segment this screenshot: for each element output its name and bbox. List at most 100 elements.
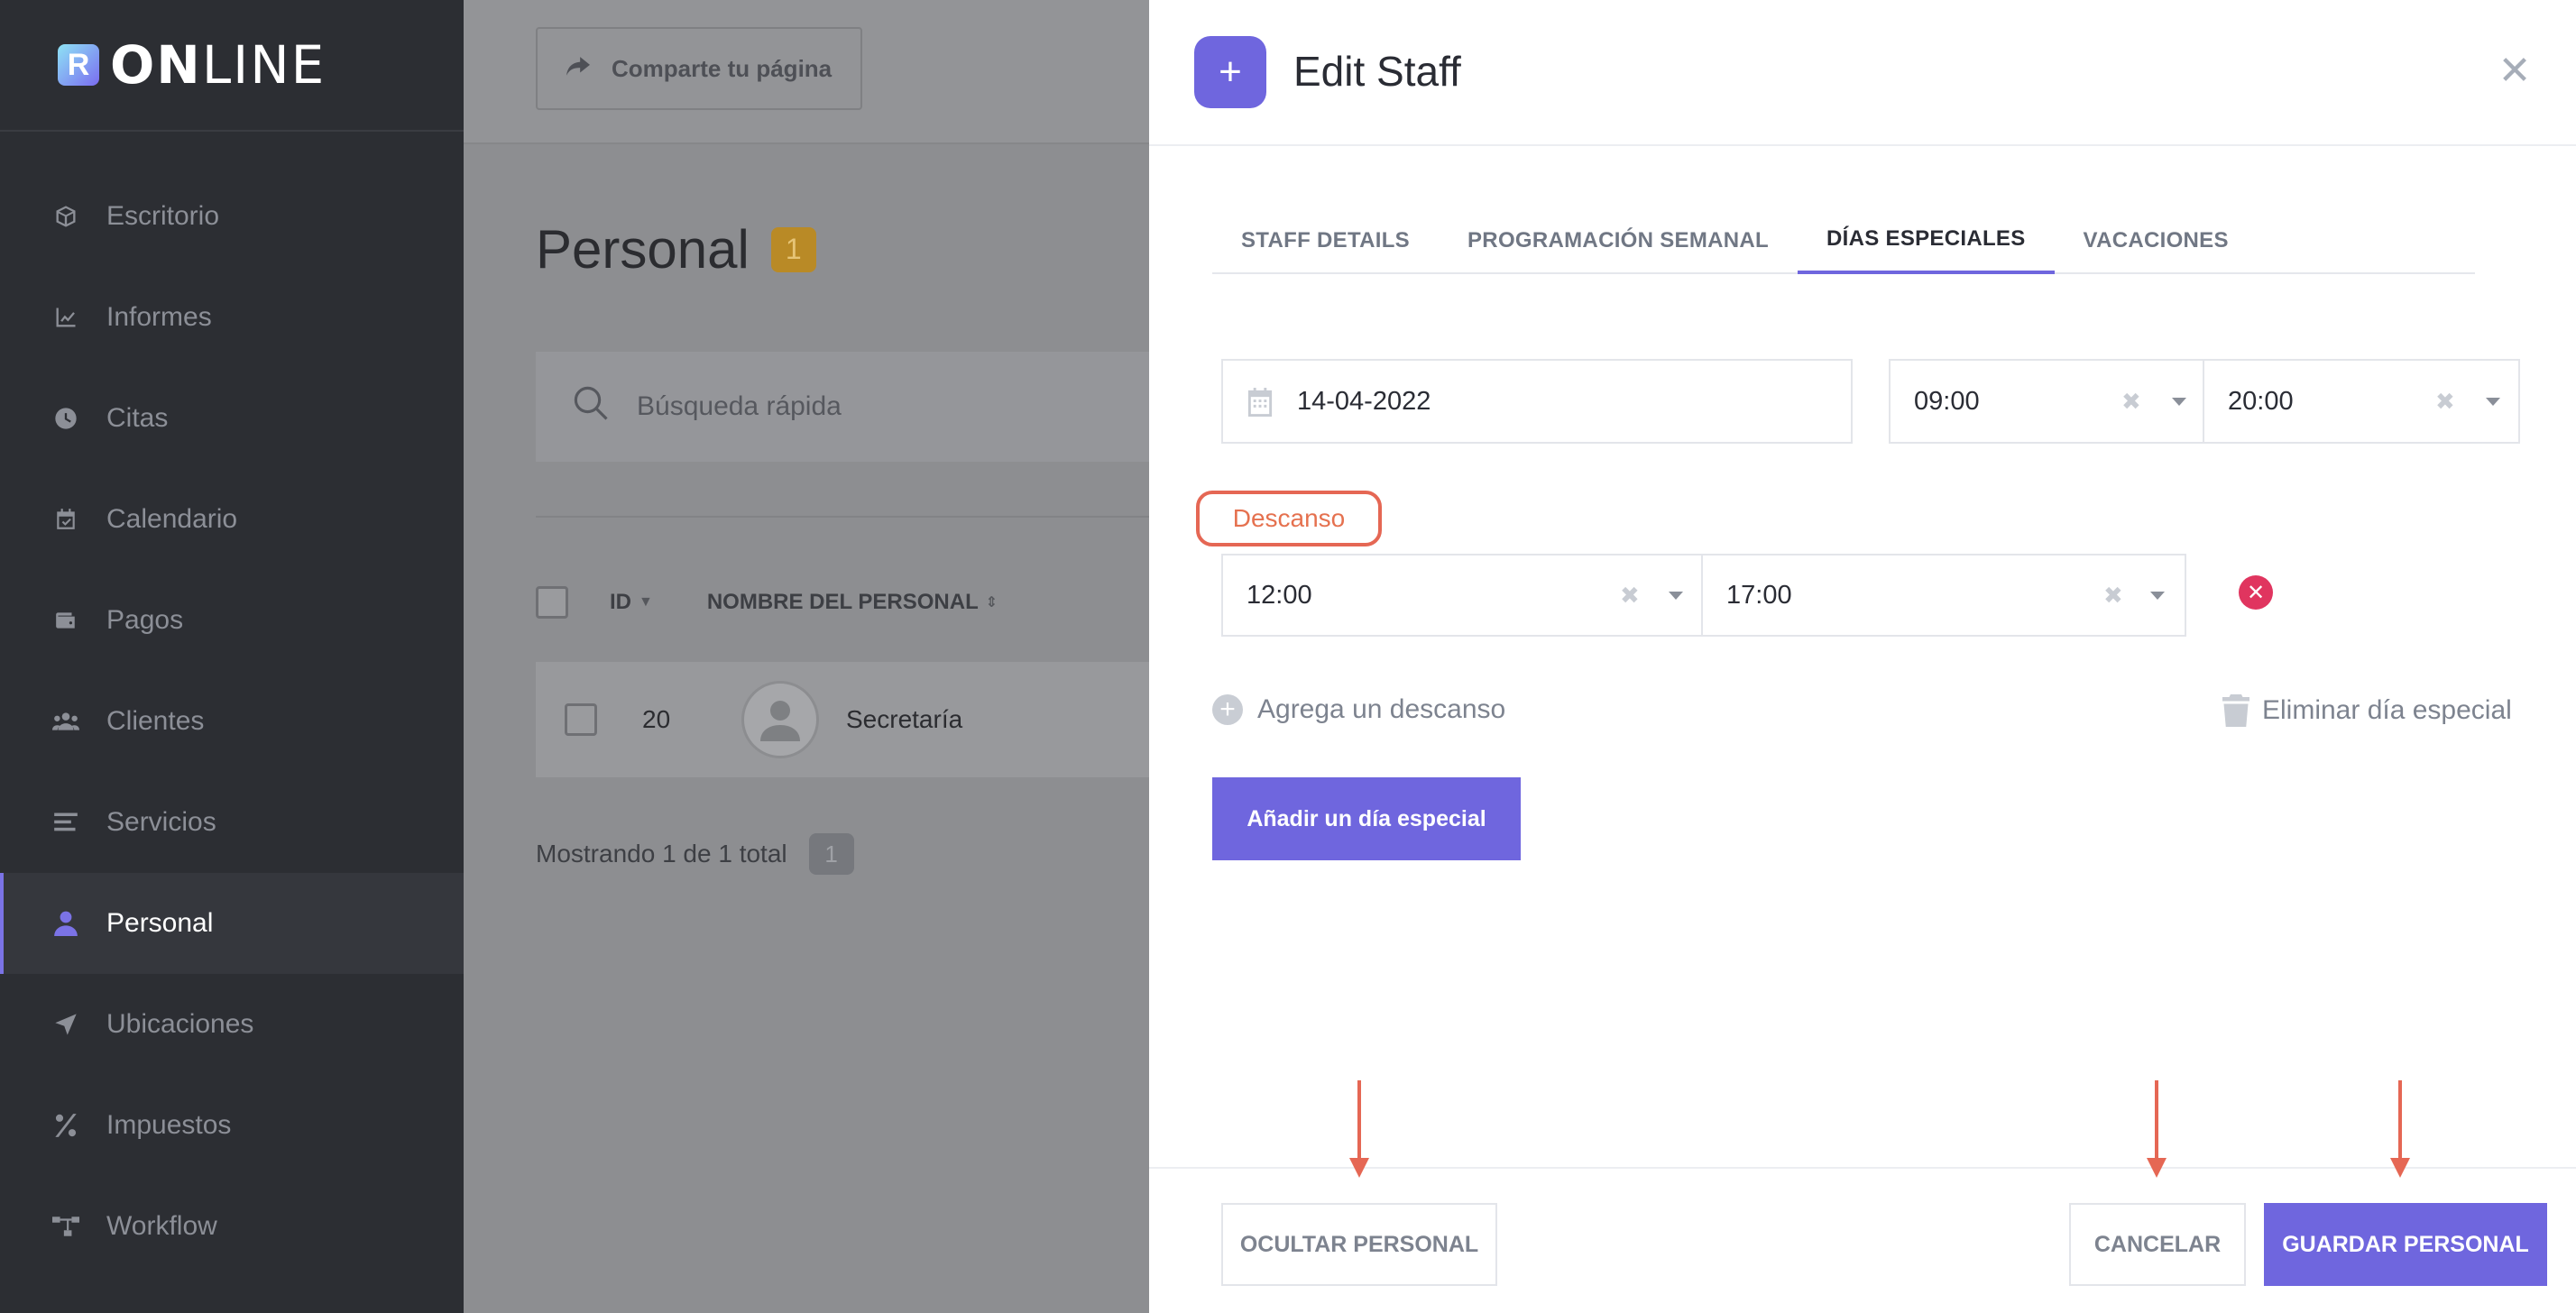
percent-icon — [52, 1112, 79, 1139]
select-all-checkbox[interactable] — [536, 586, 568, 619]
sort-icon: ⇕ — [985, 595, 998, 611]
modal-header: + Edit Staff ✕ — [1149, 0, 2576, 146]
sidebar-item-impuestos[interactable]: Impuestos — [0, 1075, 464, 1176]
list-icon — [52, 809, 79, 836]
cube-icon — [52, 203, 79, 230]
clear-icon[interactable]: ✖ — [1620, 582, 1640, 610]
sidebar-item-label: Servicios — [106, 807, 216, 837]
sidebar-item-citas[interactable]: Citas — [0, 368, 464, 469]
row-name: Secretaría — [846, 705, 963, 733]
sidebar-item-servicios[interactable]: Servicios — [0, 772, 464, 873]
row-id: 20 — [642, 705, 671, 733]
chevron-down-icon[interactable] — [1669, 591, 1683, 600]
sidebar-item-personal[interactable]: Personal — [0, 873, 464, 974]
break-start-value: 12:00 — [1247, 580, 1312, 610]
modal-title: Edit Staff — [1293, 48, 1461, 95]
add-special-day-button[interactable]: Añadir un día especial — [1212, 777, 1521, 860]
delete-special-day-button[interactable]: Eliminar día especial — [2222, 694, 2512, 727]
tab-staff-details[interactable]: STAFF DETAILS — [1212, 207, 1439, 274]
sidebar-item-escritorio[interactable]: Escritorio — [0, 166, 464, 267]
chevron-down-icon[interactable] — [2150, 591, 2165, 600]
sidebar-item-label: Impuestos — [106, 1110, 232, 1140]
main-content: Comparte tu página Personal 1 Búsqueda r… — [464, 0, 1149, 1313]
break-end-value: 17:00 — [1726, 580, 1792, 610]
tab-weekly-schedule[interactable]: PROGRAMACIÓN SEMANAL — [1439, 207, 1798, 274]
break-start-select[interactable]: 12:00 ✖ — [1221, 554, 1703, 637]
chevron-down-icon[interactable] — [2172, 397, 2186, 406]
clear-icon[interactable]: ✖ — [2435, 388, 2455, 416]
column-header-name[interactable]: NOMBRE DEL PERSONAL ⇕ — [707, 590, 998, 615]
tab-vacations[interactable]: VACACIONES — [2055, 207, 2258, 274]
avatar — [741, 681, 819, 758]
share-page-label: Comparte tu página — [612, 54, 833, 82]
chevron-down-icon[interactable] — [2486, 397, 2500, 406]
cancel-button[interactable]: CANCELAR — [2069, 1203, 2246, 1286]
column-header-id[interactable]: ID ▼ — [610, 590, 653, 615]
sort-desc-icon: ▼ — [639, 594, 653, 610]
table-row[interactable]: 20 Secretaría — [536, 662, 1149, 777]
delete-special-day-label: Eliminar día especial — [2262, 695, 2512, 725]
list-divider — [536, 516, 1149, 518]
clear-icon[interactable]: ✖ — [2103, 582, 2123, 610]
calendar-check-icon — [52, 506, 79, 533]
page-title: Personal 1 — [536, 218, 816, 280]
user-icon — [52, 910, 79, 937]
page-title-text: Personal — [536, 219, 750, 280]
add-break-button[interactable]: + Agrega un descanso — [1212, 694, 1505, 725]
count-badge: 1 — [770, 226, 816, 272]
annotation-arrow-icon — [2390, 1080, 2410, 1178]
column-header-name-label: NOMBRE DEL PERSONAL — [706, 590, 979, 614]
hide-staff-button[interactable]: OCULTAR PERSONAL — [1221, 1203, 1497, 1286]
sidebar-item-label: Calendario — [106, 504, 238, 534]
share-page-button[interactable]: Comparte tu página — [536, 27, 862, 110]
end-time-value: 20:00 — [2228, 386, 2294, 416]
share-icon — [566, 55, 612, 83]
trash-icon — [2222, 694, 2249, 727]
row-checkbox[interactable] — [565, 703, 597, 736]
sidebar-item-clientes[interactable]: Clientes — [0, 671, 464, 772]
sidebar-item-label: Citas — [106, 403, 169, 433]
add-break-label: Agrega un descanso — [1257, 694, 1506, 724]
sidebar-item-workflow[interactable]: Workflow — [0, 1176, 464, 1277]
break-end-select[interactable]: 17:00 ✖ — [1701, 554, 2186, 637]
sidebar-item-label: Clientes — [106, 706, 205, 736]
plus-circle-icon: + — [1212, 694, 1243, 725]
pagination-text: Mostrando 1 de 1 total — [536, 840, 787, 868]
sidebar-item-label: Escritorio — [106, 201, 220, 231]
clear-icon[interactable]: ✖ — [2121, 388, 2141, 416]
wallet-icon — [52, 607, 79, 634]
column-header-id-label: ID — [610, 590, 631, 614]
end-time-select[interactable]: 20:00 ✖ — [2203, 359, 2520, 444]
close-icon[interactable]: ✕ — [2497, 49, 2533, 93]
modal-tabs: STAFF DETAILS PROGRAMACIÓN SEMANAL DÍAS … — [1212, 207, 2475, 274]
annotation-arrow-icon — [2147, 1080, 2167, 1178]
sidebar-item-informes[interactable]: Informes — [0, 267, 464, 368]
app-logo[interactable]: R ONLINE — [58, 34, 326, 96]
sidebar-item-label: Informes — [106, 302, 212, 332]
sidebar-item-label: Personal — [106, 908, 214, 938]
annotation-arrow-icon — [1349, 1080, 1369, 1178]
sidebar-item-calendario[interactable]: Calendario — [0, 469, 464, 570]
tab-special-days[interactable]: DÍAS ESPECIALES — [1798, 207, 2055, 274]
edit-staff-modal: + Edit Staff ✕ STAFF DETAILS PROGRAMACIÓ… — [1149, 0, 2576, 1313]
pagination-summary: Mostrando 1 de 1 total 1 — [536, 833, 854, 875]
remove-break-icon[interactable]: ✕ — [2239, 575, 2273, 610]
workflow-icon — [52, 1213, 79, 1240]
clock-icon — [52, 405, 79, 432]
chart-line-icon — [52, 304, 79, 331]
sidebar-item-ubicaciones[interactable]: Ubicaciones — [0, 974, 464, 1075]
search-input[interactable]: Búsqueda rápida — [536, 352, 1149, 462]
save-staff-button[interactable]: GUARDAR PERSONAL — [2264, 1203, 2547, 1286]
sidebar: R ONLINE Escritorio Informes Citas Calen… — [0, 0, 464, 1313]
start-time-select[interactable]: 09:00 ✖ — [1889, 359, 2204, 444]
logo-text-light: LINE — [201, 34, 327, 96]
table-header: ID ▼ NOMBRE DEL PERSONAL ⇕ — [536, 568, 998, 637]
users-icon — [52, 708, 79, 735]
search-placeholder: Búsqueda rápida — [637, 391, 842, 421]
date-field[interactable]: 14-04-2022 — [1221, 359, 1853, 444]
modal-footer: OCULTAR PERSONAL CANCELAR GUARDAR PERSON… — [1149, 1167, 2576, 1313]
sidebar-item-label: Workflow — [106, 1211, 217, 1241]
sidebar-item-pagos[interactable]: Pagos — [0, 570, 464, 671]
search-icon — [572, 384, 637, 429]
page-badge: 1 — [808, 833, 854, 875]
